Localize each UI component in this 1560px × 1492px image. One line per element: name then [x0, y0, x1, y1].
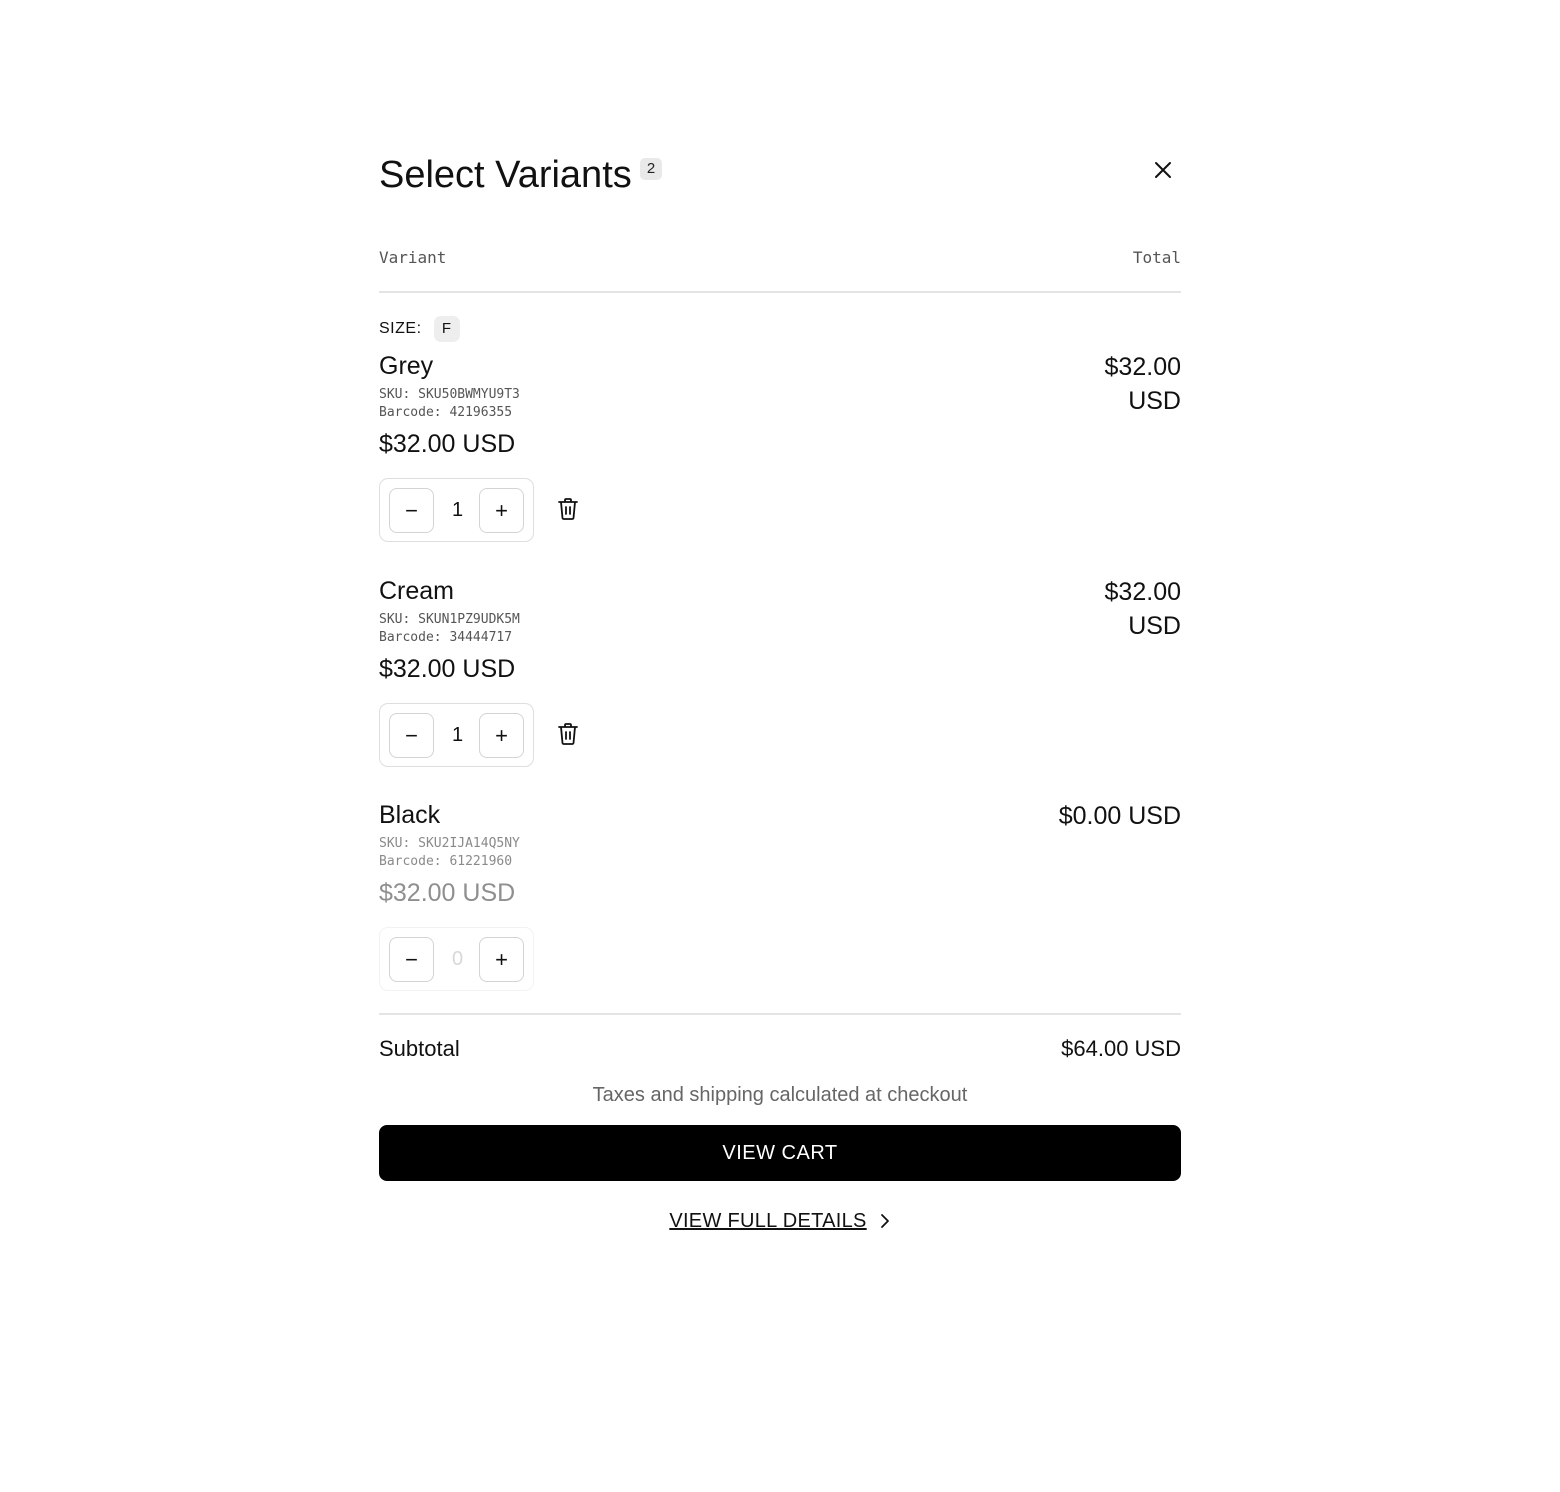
table-header: Variant Total [379, 248, 1181, 267]
variant-total-currency: USD [1128, 612, 1181, 640]
view-full-details-label: VIEW FULL DETAILS [669, 1210, 867, 1232]
decrease-quantity-button[interactable]: − [389, 937, 434, 982]
decrease-quantity-button[interactable]: − [389, 713, 434, 758]
column-header-total: Total [1132, 248, 1181, 267]
quantity-stepper: − 1 + [379, 478, 534, 542]
close-icon [1155, 162, 1171, 178]
variant-row-grey: Grey SKU: SKU50BWMYU9T3 Barcode: 4219635… [379, 350, 1181, 550]
view-cart-button[interactable]: VIEW CART [379, 1125, 1181, 1181]
decrease-quantity-button[interactable]: − [389, 488, 434, 533]
selected-count-badge: 2 [640, 158, 662, 180]
view-full-details-link[interactable]: VIEW FULL DETAILS [379, 1207, 1181, 1235]
variant-row-cream: Cream SKU: SKUN1PZ9UDK5M Barcode: 344447… [379, 575, 1181, 775]
quantity-stepper: − 1 + [379, 703, 534, 767]
variant-unit-price: $32.00 USD [379, 430, 516, 458]
variant-total-currency: USD [1128, 387, 1181, 415]
variant-total: $0.00 USD [1058, 802, 1181, 830]
quantity-input[interactable]: 0 [435, 937, 480, 982]
variant-meta: SKU: SKU50BWMYU9T3 Barcode: 42196355 [379, 386, 520, 421]
quantity-input[interactable]: 1 [435, 488, 480, 533]
option-value-chip: F [433, 316, 460, 342]
quantity-input[interactable]: 1 [435, 713, 480, 758]
select-variants-modal: Select Variants 2 Variant Total SIZE: F … [379, 150, 1181, 1232]
chevron-right-icon [880, 1214, 889, 1228]
variant-total-amount: $32.00 [1104, 578, 1181, 606]
quantity-stepper: − 0 + [379, 927, 534, 991]
variant-total: $32.00 USD [1001, 575, 1181, 643]
variant-sku: SKU: SKU50BWMYU9T3 [379, 387, 520, 402]
variant-meta: SKU: SKU2IJA14Q5NY Barcode: 61221960 [379, 835, 520, 870]
increase-quantity-button[interactable]: + [479, 713, 524, 758]
variant-row-black: Black SKU: SKU2IJA14Q5NY Barcode: 612219… [379, 799, 1181, 999]
modal-title: Select Variants [379, 154, 632, 196]
variant-name: Cream [379, 577, 455, 605]
remove-variant-button[interactable] [555, 720, 581, 748]
modal-header: Select Variants 2 [379, 150, 1181, 210]
variant-name: Grey [379, 352, 434, 380]
variant-barcode: Barcode: 61221960 [379, 853, 513, 869]
close-button[interactable] [1145, 152, 1181, 188]
header-divider [379, 291, 1181, 293]
variant-barcode: Barcode: 42196355 [379, 404, 513, 420]
subtotal-row: Subtotal $64.00 USD [379, 1034, 1181, 1064]
trash-icon [558, 723, 578, 745]
remove-variant-button[interactable] [555, 495, 581, 523]
column-header-variant: Variant [379, 248, 447, 267]
trash-icon [558, 498, 578, 520]
increase-quantity-button[interactable]: + [479, 937, 524, 982]
tax-shipping-note: Taxes and shipping calculated at checkou… [592, 1084, 968, 1106]
variant-unit-price: $32.00 USD [379, 879, 516, 907]
variant-barcode: Barcode: 34444717 [379, 629, 513, 645]
variant-total-amount: $32.00 [1104, 353, 1181, 381]
option-label: SIZE: [379, 320, 422, 337]
summary-divider [379, 1013, 1181, 1015]
variant-sku: SKU: SKUN1PZ9UDK5M [379, 612, 520, 627]
increase-quantity-button[interactable]: + [479, 488, 524, 533]
subtotal-value: $64.00 USD [1061, 1036, 1181, 1061]
option-group-size: SIZE: F [379, 316, 460, 342]
variant-meta: SKU: SKUN1PZ9UDK5M Barcode: 34444717 [379, 611, 520, 646]
variant-name: Black [379, 801, 441, 829]
variant-total: $32.00 USD [1001, 350, 1181, 418]
subtotal-label: Subtotal [379, 1036, 460, 1061]
variant-unit-price: $32.00 USD [379, 655, 516, 683]
variant-sku: SKU: SKU2IJA14Q5NY [379, 836, 520, 851]
